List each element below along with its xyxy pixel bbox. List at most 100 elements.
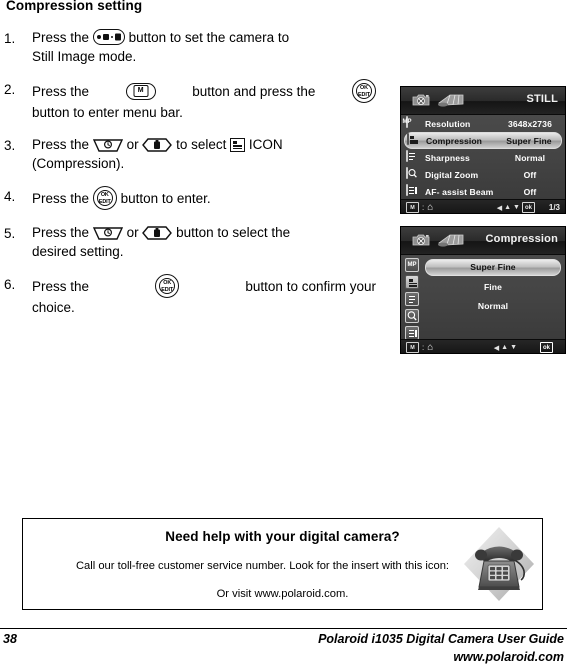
- step-text-part: button to select the: [176, 225, 291, 240]
- step-text: Press the OK EDIT button to enter.: [32, 186, 376, 210]
- step-text-part: desired setting.: [32, 244, 124, 259]
- digital-zoom-icon[interactable]: [405, 309, 419, 323]
- menu-button-icon: M: [125, 82, 156, 100]
- compression-option-list: Super Fine Fine Normal: [425, 259, 561, 318]
- lcd-status-bar: M : ⌂ ◀ ▲ ▼ ok: [401, 339, 565, 353]
- menu-row-resolution[interactable]: MP Resolution 3648x2736: [401, 115, 565, 132]
- step-text: Press the or to select ICON (Compression…: [32, 135, 376, 173]
- list-item: 1. Press the button to set the camera to…: [4, 28, 376, 66]
- af-assist-icon: [406, 184, 419, 198]
- lcd-tab-icons: [409, 88, 466, 114]
- video-tab-icon: [436, 228, 466, 254]
- nav-down-icon: ▼: [513, 204, 520, 211]
- menu-row-value: Off: [523, 169, 537, 180]
- step-text-part: Press the: [32, 278, 90, 294]
- lcd-header: STILL: [401, 87, 565, 115]
- menu-row-label: Sharpness: [425, 152, 470, 163]
- step-text-part: button to confirm your: [245, 278, 376, 294]
- lcd-tab-icons: [409, 228, 466, 254]
- step-text-part: choice.: [32, 300, 75, 315]
- step-number: 4.: [4, 189, 16, 204]
- digital-zoom-icon: [406, 167, 419, 181]
- option-super-fine[interactable]: Super Fine: [425, 259, 561, 276]
- step-text-part: or: [126, 137, 139, 152]
- nav-up-icon: ▲: [504, 204, 512, 211]
- status-colon: :: [422, 203, 425, 212]
- ok-edit-button-icon: OK EDIT: [352, 79, 376, 103]
- home-icon: ⌂: [427, 341, 434, 353]
- nav-down-icon: ▼: [510, 344, 517, 351]
- menu-row-value: Super Fine: [506, 135, 552, 146]
- help-callout-box: Need help with your digital camera? Call…: [22, 518, 543, 610]
- compression-icon: [230, 138, 246, 152]
- menu-row-label: Resolution: [425, 118, 471, 129]
- compression-icon[interactable]: [405, 275, 419, 289]
- compression-icon: [407, 133, 420, 147]
- page-number: 38: [3, 632, 17, 646]
- step-text-part: Press the: [32, 30, 90, 45]
- step-text-part: Still Image mode.: [32, 49, 137, 64]
- menu-row-compression[interactable]: Compression Super Fine: [404, 132, 562, 149]
- video-tab-icon: [436, 88, 466, 114]
- option-fine[interactable]: Fine: [425, 280, 561, 295]
- down-button-icon: [142, 226, 173, 240]
- nav-left-icon: ◀: [493, 344, 500, 352]
- lcd-title: STILL: [526, 93, 558, 105]
- step-number: 3.: [4, 138, 16, 153]
- menu-row-af-assist-beam[interactable]: AF- assist Beam Off: [401, 183, 565, 200]
- step-text: Press the OK EDIT button to confirm your …: [32, 274, 376, 317]
- page-indicator: 1/3: [548, 203, 560, 212]
- step-number: 2.: [4, 82, 16, 97]
- lcd-options-panel: MP Super Fine Fine Normal: [401, 255, 565, 340]
- list-item: 5. Press the or button to select the des…: [4, 223, 376, 261]
- ok-edit-button-label: OK EDIT: [96, 190, 113, 206]
- resolution-icon[interactable]: MP: [405, 258, 419, 272]
- footer-guide-title: Polaroid i1035 Digital Camera User Guide: [318, 632, 564, 646]
- camera-tab-icon: [409, 228, 433, 254]
- step-text-part: (Compression).: [32, 156, 125, 171]
- step-text: Press the button to set the camera to St…: [32, 28, 376, 66]
- list-item: 4. Press the OK EDIT button to enter.: [4, 186, 376, 210]
- step-text-part: or: [126, 225, 139, 240]
- option-normal[interactable]: Normal: [425, 299, 561, 314]
- instruction-list: 1. Press the button to set the camera to…: [4, 28, 376, 330]
- menu-key-hint-icon: M: [406, 342, 419, 353]
- step-text: Press the or button to select the desire…: [32, 223, 376, 261]
- step-text-part: to select: [176, 137, 227, 152]
- menu-key-hint-icon: M: [406, 202, 419, 213]
- home-icon: ⌂: [427, 201, 434, 213]
- lcd-status-bar: M : ⌂ ◀ ▲ ▼ ok 1/3: [401, 199, 565, 213]
- down-button-icon: [142, 138, 173, 152]
- lcd-screenshot-compression-options: Compression MP Super Fine Fine Normal M …: [400, 226, 566, 354]
- step-text-part: ICON: [248, 137, 283, 152]
- lcd-screenshot-still-menu: STILL MP Resolution 3648x2736 Compressio…: [400, 86, 566, 214]
- telephone-icon: [462, 525, 536, 603]
- ok-edit-button-icon: OK EDIT: [155, 274, 180, 298]
- ok-key-hint-icon: ok: [539, 342, 553, 353]
- up-button-icon: [92, 138, 123, 152]
- ok-key-hint-icon: ok: [521, 202, 535, 213]
- lcd-header: Compression: [401, 227, 565, 255]
- step-text-part: button and press the: [192, 83, 316, 99]
- mode-button-icon: [92, 29, 125, 45]
- menu-row-label: AF- assist Beam: [425, 186, 494, 197]
- nav-up-icon: ▲: [501, 344, 509, 351]
- step-text: Press the M button and press the OK EDIT …: [32, 79, 376, 122]
- sharpness-icon[interactable]: [405, 292, 419, 306]
- menu-row-digital-zoom[interactable]: Digital Zoom Off: [401, 166, 565, 183]
- menu-row-label: Compression: [426, 135, 483, 146]
- ok-edit-button-label: OK EDIT: [356, 83, 372, 99]
- step-number: 5.: [4, 226, 16, 241]
- af-assist-icon[interactable]: [405, 326, 419, 340]
- menu-row-value: 3648x2736: [508, 118, 552, 129]
- page-title: Compression setting: [6, 0, 143, 13]
- lcd-menu-list: MP Resolution 3648x2736 Compression Supe…: [401, 115, 565, 199]
- nav-left-icon: ◀: [496, 204, 503, 212]
- menu-row-sharpness[interactable]: Sharpness Normal: [401, 149, 565, 166]
- footer-url: www.polaroid.com: [453, 650, 564, 664]
- step-text-part: button to set the camera to: [128, 30, 290, 45]
- list-item: 6. Press the OK EDIT button to confirm yo…: [4, 274, 376, 317]
- ok-edit-button-label: OK EDIT: [159, 278, 176, 294]
- step-text-part: Press the: [32, 83, 90, 99]
- step-text-part: button to enter.: [120, 191, 211, 206]
